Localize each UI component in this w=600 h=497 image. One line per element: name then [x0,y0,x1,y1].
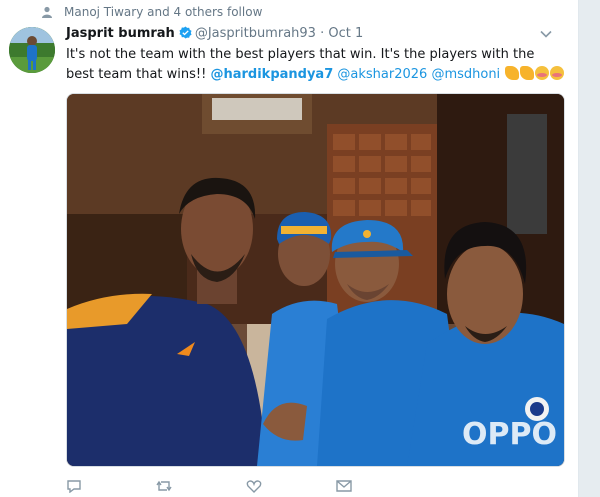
tweet-text: It's not the team with the best players … [66,45,566,85]
chevron-down-icon[interactable] [540,30,552,38]
flexed-biceps-emoji [505,66,520,80]
tweet-date[interactable]: Oct 1 [328,26,363,41]
scrollbar[interactable] [584,0,594,497]
reply-icon[interactable] [66,479,82,493]
team-selfie-photo: OPPO [67,94,564,466]
like-icon[interactable] [246,479,262,493]
verified-badge-icon [179,26,192,39]
tweet-card[interactable]: Manoj Tiwary and 4 others follow Jasprit… [0,0,579,497]
retweet-icon[interactable] [156,479,172,493]
social-context-text[interactable]: Manoj Tiwary and 4 others follow [64,5,262,19]
mention-link[interactable]: @hardikpandya7 [210,67,333,82]
mention-link[interactable]: @msdhoni [431,67,500,82]
user-handle[interactable]: @Jaspritbumrah93 [195,26,316,41]
tweet-header: Jasprit bumrah @Jaspritbumrah93 · Oct 1 [66,26,363,41]
tweet-photo[interactable]: OPPO [66,93,565,467]
svg-text:OPPO: OPPO [462,417,557,452]
mention-link[interactable]: @akshar2026 [337,67,427,82]
flexed-biceps-emoji [520,66,535,80]
person-icon [42,6,52,18]
avatar[interactable] [9,27,55,73]
display-name[interactable]: Jasprit bumrah [66,26,175,41]
message-icon[interactable] [336,479,352,493]
separator-dot: · [320,26,325,41]
blushing-face-emoji [550,66,565,80]
blushing-face-emoji [535,66,550,80]
social-context: Manoj Tiwary and 4 others follow [42,5,262,19]
tweet-actions [66,479,352,493]
